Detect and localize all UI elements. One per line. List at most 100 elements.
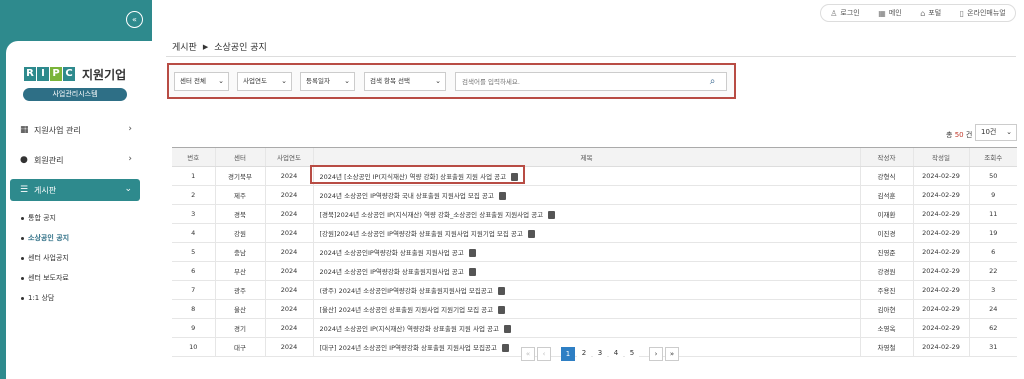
table-row[interactable]: 2 제주 2024 2024년 소상공인 IP역량강화 국내 상표출원 지원사업 모집… — [172, 185, 1017, 205]
cell-author: 이재환 — [859, 204, 913, 224]
cell-year: 2024 — [264, 223, 313, 243]
chevron-down-icon: ⌄ — [435, 77, 441, 85]
cell-center: 광주 — [214, 280, 265, 300]
last-page-button[interactable]: » — [665, 347, 679, 361]
cell-author: 차영철 — [859, 337, 913, 357]
cell-no: 4 — [172, 223, 215, 243]
chevron-down-icon: ⌄ — [344, 77, 350, 85]
cell-no: 9 — [172, 318, 215, 338]
next-page-button[interactable]: › — [649, 347, 663, 361]
views-text: 62 — [989, 324, 998, 332]
link-label: 온라인매뉴얼 — [967, 9, 1006, 17]
submenu-consult[interactable]: 1:1 상담 — [21, 293, 54, 303]
cell-title[interactable]: [경북]2024년 소상공인 IP(지식재산) 역량 강화_소상공인 상표출원 … — [312, 204, 860, 224]
title-text: 2024년 소상공인 IP(지식재산) 역량강화 상표출원 지원 사업 공고 — [319, 325, 499, 333]
main-link[interactable]: ▦ 메인 — [878, 8, 901, 18]
cell-title[interactable]: 2024년 소상공인 IP(지식재산) 역량강화 상표출원 지원 사업 공고 — [312, 318, 860, 338]
center-text: 부산 — [234, 268, 246, 276]
cell-title[interactable]: 2024년 소상공인 IP역량강화 국내 상표출원 지원사업 모집 공고 — [312, 185, 860, 205]
cell-title[interactable]: 2024년 소상공인IP역량강화 상표출원 지원사업 공고 — [312, 242, 860, 262]
cell-title[interactable]: [울산] 2024년 소상공인 상표출원 지원사업 지원기업 모집 공고 — [312, 299, 860, 319]
cell-title[interactable]: (광주) 2024년 소상공인IP역량강화 상표출원지원사업 모집공고 — [312, 280, 860, 300]
page-button[interactable]: 1 — [561, 347, 575, 361]
no-text: 3 — [191, 210, 196, 218]
collapse-sidebar-button[interactable]: « — [126, 11, 143, 28]
menu-member-management[interactable]: ● 회원관리 › — [6, 149, 146, 171]
prev-page-button[interactable]: ‹ — [537, 347, 551, 361]
person-icon: ♙ — [830, 8, 838, 18]
menu-board[interactable]: ☰ 게시판 ⌄ — [10, 179, 140, 201]
submenu-integrated-notice[interactable]: 통합 공지 — [21, 213, 56, 223]
submenu-small-business-notice[interactable]: 소상공인 공지 — [21, 233, 69, 243]
select-value: 10건 — [981, 128, 997, 136]
pagination: « ‹ 1 2 3 4 5 › » — [521, 347, 679, 361]
cell-center: 경북 — [214, 204, 265, 224]
cell-center: 경기 — [214, 318, 265, 338]
date-text: 2024-02-29 — [922, 172, 960, 180]
menu-label: 회원관리 — [34, 155, 64, 165]
views-text: 3 — [991, 286, 996, 294]
logo-title: 지원기업 — [82, 67, 127, 82]
page-button[interactable]: 3 — [593, 347, 607, 361]
cell-no: 8 — [172, 299, 215, 319]
table-row[interactable]: 9 경기 2024 2024년 소상공인 IP(지식재산) 역량강화 상표출원 지원 … — [172, 318, 1017, 338]
breadcrumb-parent[interactable]: 게시판 — [172, 40, 197, 53]
attachment-icon — [501, 344, 509, 352]
date-select[interactable]: 등록일자 ⌄ — [300, 72, 355, 91]
search-field-select[interactable]: 검색 항목 선택 ⌄ — [364, 72, 446, 91]
login-link[interactable]: ♙ 로그인 — [830, 8, 860, 18]
year-text: 2024 — [280, 286, 298, 294]
views-text: 6 — [991, 248, 996, 256]
search-icon[interactable]: ⌕ — [704, 73, 721, 90]
menu-support-business[interactable]: ▦ 지원사업 관리 › — [6, 119, 146, 141]
page-button[interactable]: 4 — [609, 347, 623, 361]
no-text: 2 — [191, 191, 196, 199]
table-row[interactable]: 6 부산 2024 2024년 소상공인 IP역량강화 상표출원지원사업 공고 강경원 2… — [172, 261, 1017, 281]
title-text: [강원]2024년 소상공인 IP역량강화 상표출원 지원사업 지원기업 모집 … — [319, 230, 523, 238]
submenu-center-press[interactable]: 센터 보도자료 — [21, 273, 69, 283]
first-page-button[interactable]: « — [521, 347, 535, 361]
cell-views: 24 — [968, 299, 1017, 319]
cell-no: 6 — [172, 261, 215, 281]
menu-label: 게시판 — [34, 185, 57, 195]
chevron-down-icon: ⌄ — [218, 77, 224, 85]
cell-views: 6 — [968, 242, 1017, 262]
author-text: 차영철 — [877, 344, 896, 352]
cell-year: 2024 — [264, 166, 313, 186]
total-count: 총 50 건 — [946, 130, 972, 140]
submenu-center-business-notice[interactable]: 센터 사업공지 — [21, 253, 69, 263]
manual-link[interactable]: ▯ 온라인매뉴얼 — [960, 8, 1006, 18]
cell-center: 대구 — [214, 337, 265, 357]
title-text: [대구] 2024년 소상공인 IP역량강화 상표출원 지원사업 모집공고 — [319, 344, 497, 352]
cell-title[interactable]: 2024년 [소상공인 IP(지식재산) 역량 강화] 상표출원 지원 사업 공… — [312, 166, 860, 186]
table-row[interactable]: 3 경북 2024 [경북]2024년 소상공인 IP(지식재산) 역량 강화_소상공… — [172, 204, 1017, 224]
views-text: 50 — [989, 172, 998, 180]
table-row[interactable]: 1 경기북부 2024 2024년 [소상공인 IP(지식재산) 역량 강화] 상표출… — [172, 166, 1017, 186]
header-year: 사업연도 — [264, 147, 313, 167]
no-text: 8 — [191, 305, 196, 313]
page-size-select[interactable]: 10건 ⌄ — [975, 124, 1017, 141]
no-text: 10 — [189, 343, 198, 351]
date-text: 2024-02-29 — [922, 324, 960, 332]
link-label: 포털 — [928, 9, 942, 17]
cell-year: 2024 — [264, 261, 313, 281]
views-text: 31 — [989, 343, 998, 351]
page-button[interactable]: 2 — [577, 347, 591, 361]
year-select[interactable]: 사업연도 ⌄ — [237, 72, 292, 91]
center-text: 울산 — [234, 306, 246, 314]
portal-link[interactable]: ⌂ 포털 — [920, 8, 941, 18]
table-header-row: 번호 센터 사업연도 제목 작성자 작성일 조회수 — [172, 147, 1017, 167]
title-text: 2024년 소상공인IP역량강화 상표출원 지원사업 공고 — [319, 249, 464, 257]
search-input[interactable] — [455, 72, 727, 91]
total-prefix: 총 — [946, 131, 953, 139]
center-text: 대구 — [234, 344, 246, 352]
page-button[interactable]: 5 — [625, 347, 639, 361]
year-text: 2024 — [280, 343, 298, 351]
cell-title[interactable]: 2024년 소상공인 IP역량강화 상표출원지원사업 공고 — [312, 261, 860, 281]
table-row[interactable]: 8 울산 2024 [울산] 2024년 소상공인 상표출원 지원사업 지원기업 모집… — [172, 299, 1017, 319]
table-row[interactable]: 7 광주 2024 (광주) 2024년 소상공인IP역량강화 상표출원지원사업 모집… — [172, 280, 1017, 300]
cell-title[interactable]: [강원]2024년 소상공인 IP역량강화 상표출원 지원사업 지원기업 모집 … — [312, 223, 860, 243]
table-row[interactable]: 4 강원 2024 [강원]2024년 소상공인 IP역량강화 상표출원 지원사업 지… — [172, 223, 1017, 243]
table-row[interactable]: 5 충남 2024 2024년 소상공인IP역량강화 상표출원 지원사업 공고 진영준 2… — [172, 242, 1017, 262]
center-select[interactable]: 센터 전체 ⌄ — [174, 72, 229, 91]
